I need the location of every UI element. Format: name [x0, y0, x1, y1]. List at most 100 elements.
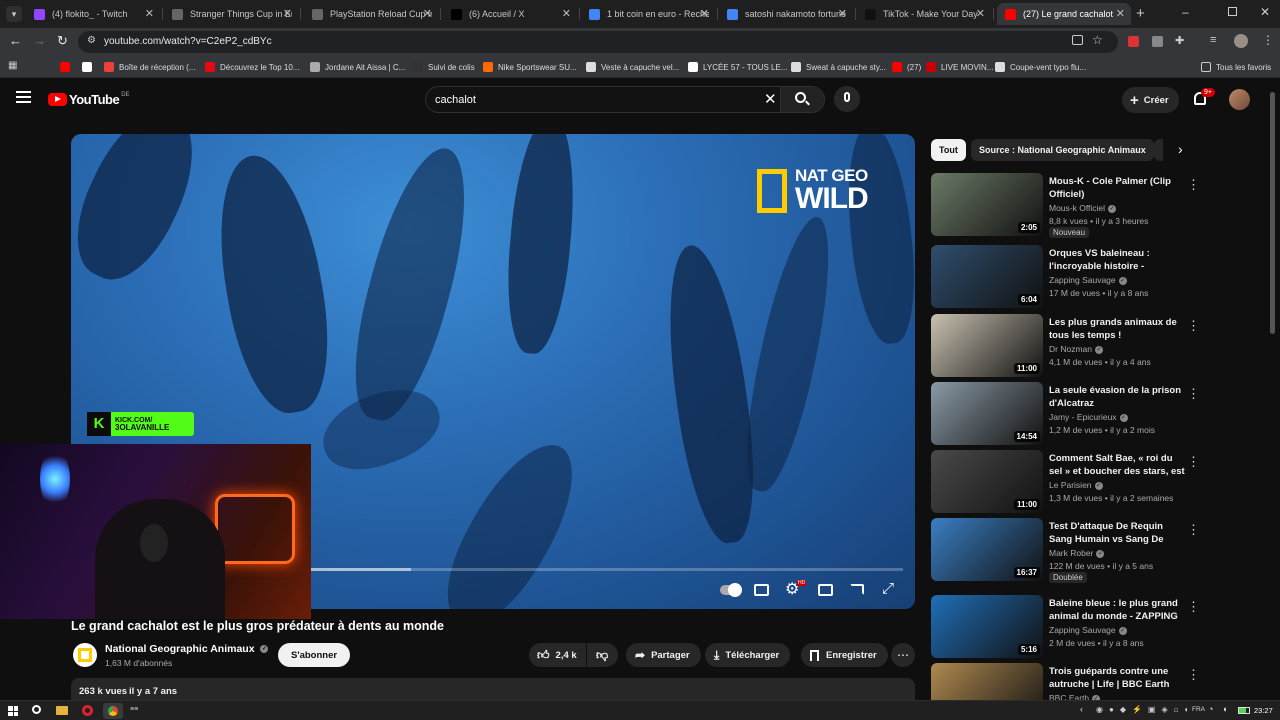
profile-avatar[interactable]	[1234, 34, 1248, 48]
video-title-link[interactable]: Trois guépards contre une autruche | Lif…	[1049, 665, 1187, 691]
close-window-button[interactable]: ✕	[1260, 5, 1270, 19]
media-control-icon[interactable]: ≡	[1210, 34, 1216, 46]
video-channel[interactable]: Mous-k Officiel ✓	[1049, 203, 1117, 213]
video-thumbnail[interactable]: 14:54	[931, 382, 1043, 445]
recommended-video[interactable]: 11:00 Les plus grands animaux de tous les…	[931, 314, 1261, 378]
volume-icon[interactable]: ◖	[1222, 704, 1227, 714]
search-box[interactable]: cachalot ✕	[425, 86, 825, 113]
more-actions-button[interactable]: ⋯	[891, 643, 915, 667]
new-tab-button[interactable]: +	[1136, 5, 1145, 22]
recommended-video[interactable]: 5:16 Baleine bleue : le plus grand animal…	[931, 595, 1261, 659]
video-thumbnail[interactable]: 5:16	[931, 595, 1043, 658]
windows-start-icon[interactable]	[8, 706, 18, 716]
forward-icon[interactable]: →	[33, 33, 46, 48]
tab-close-icon[interactable]: ✕	[700, 7, 709, 20]
maximize-window-button[interactable]	[1228, 7, 1237, 16]
browser-tab[interactable]: TikTok - Make Your Day ✕	[857, 3, 991, 25]
extensions-puzzle-icon[interactable]: ✚	[1175, 34, 1184, 47]
battery-icon[interactable]	[1238, 707, 1250, 714]
install-app-icon[interactable]	[1072, 35, 1083, 45]
taskbar-search-icon[interactable]	[32, 705, 41, 714]
like-button[interactable]: 👍︎ 2,4 k	[529, 643, 586, 667]
bookmark-item[interactable]	[60, 60, 75, 74]
recommended-video[interactable]: Trois guépards contre une autruche | Lif…	[931, 663, 1261, 700]
cast-icon[interactable]	[850, 584, 864, 595]
browser-tab[interactable]: Stranger Things Cup in Eu ✕	[164, 3, 298, 25]
browser-tab[interactable]: PlayStation Reload Cup in ✕	[304, 3, 438, 25]
video-channel[interactable]: Mark Rober ✓	[1049, 548, 1105, 558]
video-channel[interactable]: BBC Earth ✓	[1049, 693, 1101, 700]
tab-close-icon[interactable]: ✕	[562, 7, 571, 20]
account-avatar[interactable]	[1229, 89, 1250, 110]
recommended-video[interactable]: 11:00 Comment Salt Bae, « roi du sel » et…	[931, 450, 1261, 514]
chip-all[interactable]: Tout	[931, 139, 966, 161]
video-thumbnail[interactable]	[931, 663, 1043, 700]
youtube-logo[interactable]: YouTube DE	[48, 92, 130, 107]
channel-avatar[interactable]	[73, 643, 97, 667]
video-title-link[interactable]: Les plus grands animaux de tous les temp…	[1049, 316, 1187, 342]
download-button[interactable]: ⤓ Télécharger	[705, 643, 791, 667]
video-channel[interactable]: Dr Nozman ✓	[1049, 344, 1103, 354]
search-input[interactable]: cachalot	[435, 94, 476, 106]
tab-close-icon[interactable]: ✕	[1116, 7, 1125, 20]
browser-tab[interactable]: (6) Accueil / X ✕	[443, 3, 577, 25]
more-options-icon[interactable]: ⋮	[1187, 386, 1200, 402]
tab-close-icon[interactable]: ✕	[423, 7, 432, 20]
bookmark-item[interactable]: LYCÉE 57 - TOUS LE...	[688, 60, 787, 74]
bookmark-star-icon[interactable]: ☆	[1092, 33, 1103, 47]
video-title-link[interactable]: Orques VS baleineau : l'incroyable histo…	[1049, 247, 1187, 273]
clear-search-icon[interactable]: ✕	[764, 90, 777, 108]
bookmark-item[interactable]: Boîte de réception (...	[104, 60, 196, 74]
browser-tab[interactable]: (27) Le grand cachalot ✕	[997, 3, 1131, 25]
autoplay-toggle[interactable]	[720, 583, 742, 597]
chrome-taskbar-icon[interactable]	[103, 703, 123, 719]
page-scrollbar[interactable]	[1270, 92, 1275, 334]
browser-menu-icon[interactable]: ⋮	[1262, 33, 1274, 47]
subtitles-icon[interactable]	[754, 584, 769, 596]
more-options-icon[interactable]: ⋮	[1187, 318, 1200, 334]
more-options-icon[interactable]: ⋮	[1187, 599, 1200, 615]
language-indicator[interactable]: FRA	[1192, 706, 1205, 713]
wifi-icon[interactable]: ◔	[1208, 704, 1213, 714]
apps-grid-icon[interactable]: ▦	[8, 60, 17, 71]
more-options-icon[interactable]: ⋮	[1187, 454, 1200, 470]
tab-search-button[interactable]: ▾	[6, 6, 22, 22]
chip-scroll-right-icon[interactable]: ›	[1178, 141, 1183, 157]
recommended-video[interactable]: 6:04 Orques VS baleineau : l'incroyable h…	[931, 245, 1261, 309]
browser-tab[interactable]: 1 bit coin en euro - Reche ✕	[581, 3, 715, 25]
video-channel[interactable]: Jamy - Epicurieux ✓	[1049, 412, 1128, 422]
address-bar[interactable]: ⚙ youtube.com/watch?v=C2eP2_cdBYc ☆	[78, 31, 1118, 53]
create-button[interactable]: + Créer	[1122, 87, 1179, 113]
tab-close-icon[interactable]: ✕	[976, 7, 985, 20]
more-options-icon[interactable]: ⋮	[1187, 522, 1200, 538]
video-channel[interactable]: Zapping Sauvage ✓	[1049, 625, 1127, 635]
browser-tab[interactable]: satoshi nakamoto fortune ✕	[719, 3, 853, 25]
more-options-icon[interactable]: ⋮	[1187, 667, 1200, 683]
extension-red-icon[interactable]	[1128, 36, 1139, 47]
video-title-link[interactable]: Test D'attaque De Requin Sang Humain vs …	[1049, 520, 1187, 546]
bookmark-item[interactable]: (27)	[892, 60, 921, 74]
video-thumbnail[interactable]: 11:00	[931, 450, 1043, 513]
all-bookmarks-folder[interactable]: Tous les favoris	[1201, 60, 1271, 74]
reload-icon[interactable]: ↻	[57, 33, 68, 49]
more-options-icon[interactable]: ⋮	[1187, 177, 1200, 193]
tray-chevron-icon[interactable]: ‹	[1080, 704, 1083, 714]
minimize-window-button[interactable]: –	[1182, 5, 1189, 19]
tab-close-icon[interactable]: ✕	[283, 7, 292, 20]
video-title-link[interactable]: La seule évasion de la prison d'Alcatraz	[1049, 384, 1187, 410]
terminal-taskbar-icon[interactable]: ≡≡	[130, 706, 138, 713]
chip-partial[interactable]	[1154, 139, 1163, 161]
video-thumbnail[interactable]: 11:00	[931, 314, 1043, 377]
save-button[interactable]: Enregistrer	[801, 643, 888, 667]
video-title-link[interactable]: Baleine bleue : le plus grand animal du …	[1049, 597, 1187, 623]
video-title-link[interactable]: Mous-K - Cole Palmer (Clip Officiel)	[1049, 175, 1187, 201]
bookmark-item[interactable]: Veste à capuche vel...	[586, 60, 679, 74]
fullscreen-icon[interactable]: ⤢	[882, 580, 894, 597]
recommended-video[interactable]: 14:54 La seule évasion de la prison d'Alc…	[931, 382, 1261, 446]
subscribe-button[interactable]: S'abonner	[278, 643, 351, 667]
opera-browser-icon[interactable]	[82, 705, 93, 716]
bookmark-item[interactable]: Jordane Ait Aissa | C...	[310, 60, 405, 74]
browser-tab[interactable]: (4) flokito_ - Twitch ✕	[26, 3, 160, 25]
recommended-video[interactable]: 2:05 Mous-K - Cole Palmer (Clip Officiel)…	[931, 173, 1261, 238]
search-button[interactable]	[780, 87, 824, 112]
